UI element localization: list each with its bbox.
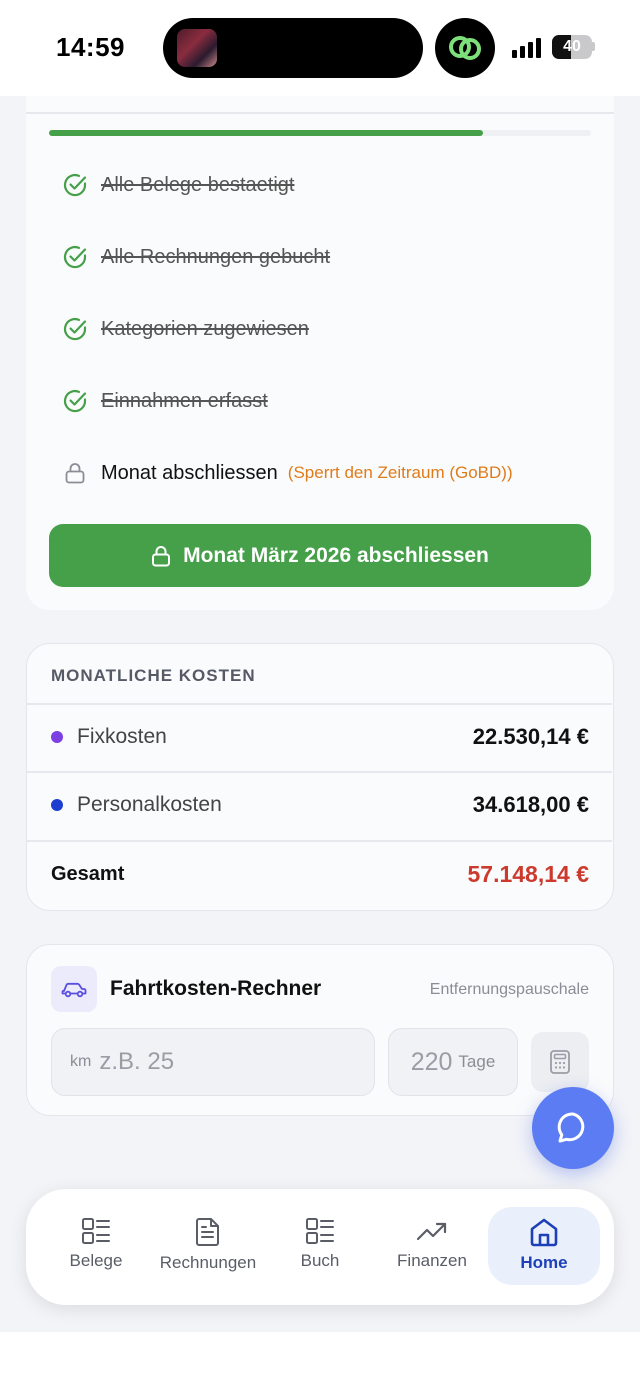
- tab-label: Home: [520, 1253, 568, 1272]
- checklist-item: Alle Belege bestaetigt: [62, 172, 294, 198]
- checklist-item-label: Einnahmen erfasst: [101, 389, 268, 412]
- km-placeholder: z.B. 25: [99, 1048, 175, 1075]
- close-month-button-label: Monat März 2026 abschliessen: [183, 543, 489, 567]
- month-close-checklist-card: Alle Belege bestaetigt Alle Rechnungen g…: [26, 96, 614, 610]
- trending-up-icon: [416, 1222, 447, 1241]
- km-unit-label: km: [70, 1053, 92, 1070]
- category-dot: [51, 799, 63, 811]
- bottom-tab-bar: Belege Rechnungen Buch Finanzen Home: [26, 1189, 614, 1305]
- tab-finanzen[interactable]: Finanzen: [376, 1207, 488, 1285]
- checklist-progress-fill: [49, 130, 483, 136]
- calculate-button[interactable]: [531, 1032, 589, 1092]
- cost-row-personalkosten[interactable]: Personalkosten 34.618,00 €: [51, 792, 589, 818]
- category-dot: [51, 731, 63, 743]
- status-time: 14:59: [56, 32, 125, 62]
- lock-item-label: Monat abschliessen: [101, 461, 278, 484]
- checklist-item-label: Alle Rechnungen gebucht: [101, 245, 331, 268]
- close-month-button[interactable]: Monat März 2026 abschliessen: [49, 524, 591, 587]
- chat-bubble-icon: [557, 1112, 585, 1143]
- battery-icon: 40: [552, 35, 592, 59]
- cost-value: 34.618,00 €: [472, 792, 589, 817]
- signal-icon: [512, 36, 541, 58]
- work-days-input[interactable]: 220 Tage: [388, 1028, 518, 1096]
- tab-label: Finanzen: [397, 1251, 467, 1270]
- tab-buch[interactable]: Buch: [264, 1207, 376, 1285]
- checklist-item: Einnahmen erfasst: [62, 388, 268, 414]
- lock-icon: [152, 545, 171, 566]
- home-icon: [530, 1218, 558, 1247]
- check-circle-icon: [62, 316, 88, 342]
- distance-km-input[interactable]: km z.B. 25: [51, 1028, 375, 1096]
- dynamic-island[interactable]: [163, 18, 423, 78]
- check-circle-icon: [62, 172, 88, 198]
- document-icon: [196, 1218, 219, 1246]
- cost-value: 22.530,14 €: [472, 724, 589, 749]
- fahrtkosten-subtitle: Entfernungspauschale: [429, 981, 589, 998]
- now-playing-artwork: [177, 29, 217, 67]
- checklist-progress-bar: [49, 130, 591, 136]
- list-icon: [306, 1218, 334, 1244]
- tab-label: Buch: [300, 1251, 340, 1270]
- fahrtkosten-title: Fahrtkosten-Rechner: [110, 977, 322, 1000]
- cost-row-fixkosten[interactable]: Fixkosten 22.530,14 €: [51, 724, 589, 750]
- checklist-item: Alle Rechnungen gebucht: [62, 244, 330, 270]
- lock-item-note: (Sperrt den Zeitraum (GoBD)): [287, 463, 513, 482]
- home-indicator-area: [0, 1332, 640, 1387]
- checklist-lock-item: Monat abschliessen (Sperrt den Zeitraum …: [62, 460, 513, 486]
- checklist-item: Kategorien zugewiesen: [62, 316, 309, 342]
- total-label: Gesamt: [51, 863, 125, 885]
- total-value: 57.148,14 €: [467, 861, 589, 887]
- cost-name: Personalkosten: [77, 793, 222, 816]
- tab-rechnungen[interactable]: Rechnungen: [152, 1207, 264, 1285]
- costs-heading: MONATLICHE KOSTEN: [51, 666, 256, 685]
- car-icon: [51, 966, 97, 1012]
- monthly-costs-card: MONATLICHE KOSTEN Fixkosten 22.530,14 € …: [26, 643, 614, 911]
- status-bar: 14:59 40: [0, 0, 640, 96]
- check-circle-icon: [62, 244, 88, 270]
- fahrtkosten-card: Fahrtkosten-Rechner Entfernungspauschale…: [26, 944, 614, 1116]
- check-circle-icon: [62, 388, 88, 414]
- checklist-item-label: Kategorien zugewiesen: [101, 317, 309, 340]
- chat-button[interactable]: [532, 1087, 614, 1169]
- calculator-icon: [550, 1050, 570, 1074]
- tab-label: Rechnungen: [159, 1253, 257, 1272]
- tab-label: Belege: [69, 1251, 123, 1270]
- cost-total-row: Gesamt 57.148,14 €: [51, 861, 589, 888]
- days-unit-label: Tage: [458, 1052, 496, 1071]
- tab-belege[interactable]: Belege: [40, 1207, 152, 1285]
- tab-home[interactable]: Home: [488, 1207, 600, 1285]
- live-activity-icon[interactable]: [435, 18, 495, 78]
- battery-level: 40: [563, 38, 581, 55]
- list-icon: [82, 1218, 110, 1244]
- cost-name: Fixkosten: [77, 725, 167, 748]
- checklist-item-label: Alle Belege bestaetigt: [101, 173, 295, 196]
- lock-icon: [62, 460, 88, 486]
- days-value: 220: [410, 1047, 453, 1076]
